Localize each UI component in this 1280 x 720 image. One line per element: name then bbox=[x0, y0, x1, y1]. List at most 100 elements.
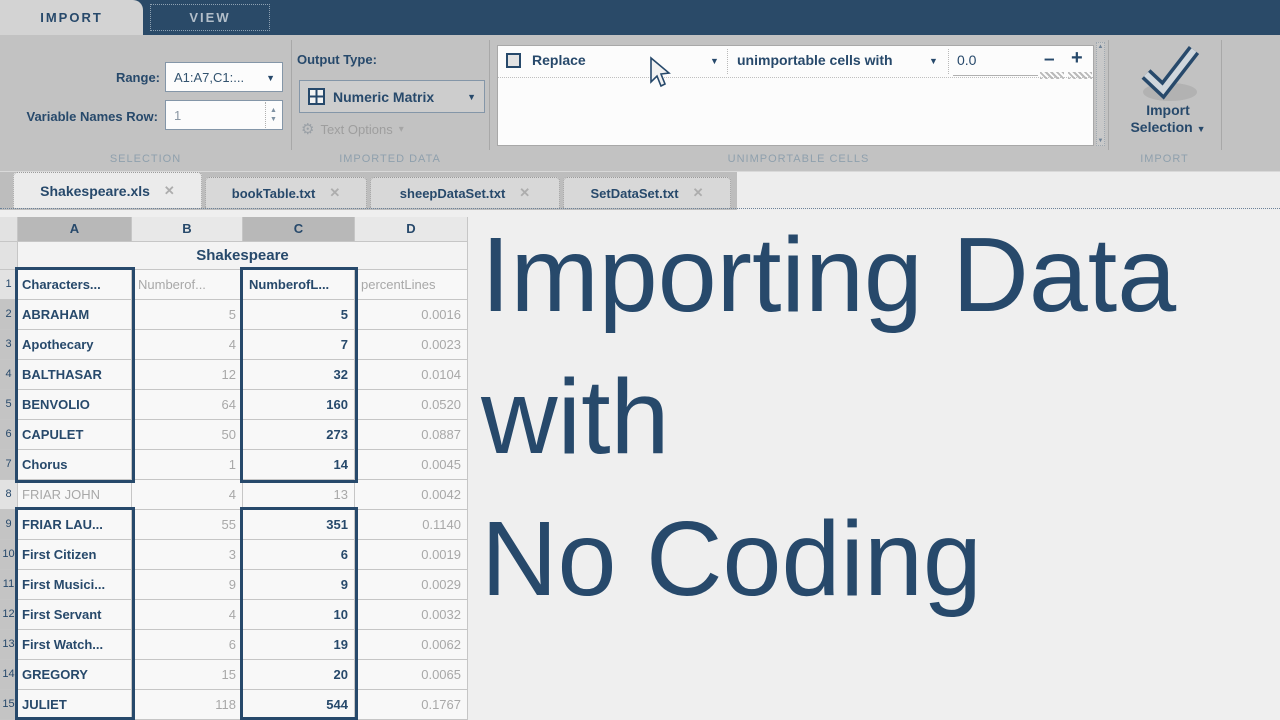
file-tab-sheepdataset[interactable]: sheepDataSet.txt ✕ bbox=[370, 177, 560, 208]
table-cell[interactable]: 50 bbox=[132, 420, 243, 450]
table-cell[interactable]: 9 bbox=[132, 570, 243, 600]
cell-C1[interactable]: NumberofL... bbox=[243, 270, 355, 300]
table-cell[interactable]: 544 bbox=[243, 690, 355, 720]
table-cell[interactable]: First Servant bbox=[18, 600, 132, 630]
cell-D1[interactable]: percentLines bbox=[355, 270, 468, 300]
replace-rule-row: Replace ▼ unimportable cells with ▼ 0.0 … bbox=[498, 46, 1093, 78]
table-cell[interactable]: First Watch... bbox=[18, 630, 132, 660]
unimportable-target-dropdown[interactable]: unimportable cells with bbox=[737, 52, 893, 68]
close-icon[interactable]: ✕ bbox=[164, 183, 175, 199]
range-combobox[interactable]: A1:A7,C1:... ▼ bbox=[165, 62, 283, 92]
table-cell[interactable]: 4 bbox=[132, 330, 243, 360]
table-cell[interactable]: 0.0042 bbox=[355, 480, 468, 510]
file-tab-booktable[interactable]: bookTable.txt ✕ bbox=[205, 177, 367, 208]
close-icon[interactable]: ✕ bbox=[519, 185, 530, 201]
variable-names-row-input[interactable]: 1 ▲ ▼ bbox=[165, 100, 283, 130]
add-rule-button[interactable]: + bbox=[1071, 47, 1083, 70]
import-selection-button[interactable]: Import Selection ▼ bbox=[1116, 44, 1220, 148]
table-cell[interactable]: 7 bbox=[243, 330, 355, 360]
ribbon-tab-import[interactable]: IMPORT bbox=[0, 0, 143, 35]
table-cell[interactable]: 5 bbox=[243, 300, 355, 330]
table-cell[interactable]: FRIAR JOHN bbox=[18, 480, 132, 510]
table-cell[interactable]: 4 bbox=[132, 600, 243, 630]
table-cell[interactable]: 0.0062 bbox=[355, 630, 468, 660]
chevron-down-icon[interactable]: ▼ bbox=[710, 56, 719, 66]
table-cell[interactable]: ABRAHAM bbox=[18, 300, 132, 330]
cell-A1[interactable]: Characters... bbox=[18, 270, 132, 300]
table-cell[interactable]: Apothecary bbox=[18, 330, 132, 360]
table-cell[interactable]: 1 bbox=[132, 450, 243, 480]
table-cell[interactable]: 0.0887 bbox=[355, 420, 468, 450]
underline bbox=[953, 75, 1038, 76]
table-cell[interactable]: 0.0104 bbox=[355, 360, 468, 390]
section-label-import: IMPORT bbox=[1108, 153, 1221, 165]
table-cell[interactable]: 0.0016 bbox=[355, 300, 468, 330]
sheet-title: Shakespeare bbox=[18, 242, 468, 270]
table-cell[interactable]: 273 bbox=[243, 420, 355, 450]
table-cell[interactable]: BALTHASAR bbox=[18, 360, 132, 390]
table-cell[interactable]: 14 bbox=[243, 450, 355, 480]
table-cell[interactable]: FRIAR LAU... bbox=[18, 510, 132, 540]
table-cell[interactable]: BENVOLIO bbox=[18, 390, 132, 420]
table-cell[interactable]: 64 bbox=[132, 390, 243, 420]
close-icon[interactable]: ✕ bbox=[329, 185, 340, 201]
column-header-row: A B C D bbox=[0, 217, 468, 242]
spinner[interactable]: ▲ ▼ bbox=[265, 102, 281, 128]
table-cell[interactable]: 0.1140 bbox=[355, 510, 468, 540]
table-cell[interactable]: 0.0045 bbox=[355, 450, 468, 480]
table-cell[interactable]: 160 bbox=[243, 390, 355, 420]
output-type-dropdown[interactable]: Numeric Matrix ▼ bbox=[299, 80, 485, 113]
scroll-up-icon[interactable]: ▲ bbox=[1098, 44, 1104, 50]
chevron-down-icon: ▼ bbox=[1197, 124, 1206, 134]
table-cell[interactable]: 0.1767 bbox=[355, 690, 468, 720]
table-cell[interactable]: 0.0032 bbox=[355, 600, 468, 630]
table-cell[interactable]: 351 bbox=[243, 510, 355, 540]
column-header-C[interactable]: C bbox=[243, 217, 355, 242]
table-cell[interactable]: 0.0520 bbox=[355, 390, 468, 420]
cell-B1[interactable]: Numberof... bbox=[132, 270, 243, 300]
replace-value-input[interactable]: 0.0 bbox=[957, 52, 976, 68]
column-header-A[interactable]: A bbox=[18, 217, 132, 242]
column-header-B[interactable]: B bbox=[132, 217, 243, 242]
table-cell[interactable]: 12 bbox=[132, 360, 243, 390]
table-cell[interactable]: GREGORY bbox=[18, 660, 132, 690]
table-cell[interactable]: First Citizen bbox=[18, 540, 132, 570]
table-cell[interactable]: 3 bbox=[132, 540, 243, 570]
table-cell[interactable]: 6 bbox=[243, 540, 355, 570]
spinner-up-icon[interactable]: ▲ bbox=[270, 106, 277, 115]
file-tab-shakespeare[interactable]: Shakespeare.xls ✕ bbox=[13, 172, 202, 208]
panel-scrollbar[interactable]: ▲ ▼ bbox=[1096, 42, 1105, 146]
remove-rule-button[interactable]: – bbox=[1044, 49, 1055, 71]
file-tab-setdataset[interactable]: SetDataSet.txt ✕ bbox=[563, 177, 731, 208]
table-cell[interactable]: 32 bbox=[243, 360, 355, 390]
table-cell[interactable]: 20 bbox=[243, 660, 355, 690]
table-cell[interactable]: 0.0065 bbox=[355, 660, 468, 690]
ribbon-tab-view[interactable]: VIEW bbox=[150, 4, 270, 31]
chevron-down-icon[interactable]: ▼ bbox=[929, 56, 938, 66]
spinner-down-icon[interactable]: ▼ bbox=[270, 115, 277, 124]
table-cell[interactable]: 9 bbox=[243, 570, 355, 600]
table-cell[interactable]: 4 bbox=[132, 480, 243, 510]
table-cell[interactable]: 55 bbox=[132, 510, 243, 540]
table-cell[interactable]: CAPULET bbox=[18, 420, 132, 450]
replace-action-dropdown[interactable]: Replace bbox=[532, 52, 586, 68]
table-cell[interactable]: 19 bbox=[243, 630, 355, 660]
table-cell[interactable]: 13 bbox=[243, 480, 355, 510]
table-cell[interactable]: 5 bbox=[132, 300, 243, 330]
cell-icon bbox=[506, 53, 521, 68]
table-cell[interactable]: 15 bbox=[132, 660, 243, 690]
table-cell[interactable]: JULIET bbox=[18, 690, 132, 720]
table-cell[interactable]: 0.0019 bbox=[355, 540, 468, 570]
close-icon[interactable]: ✕ bbox=[693, 185, 704, 201]
table-cell[interactable]: 0.0023 bbox=[355, 330, 468, 360]
table-cell[interactable]: 6 bbox=[132, 630, 243, 660]
table-cell[interactable]: First Musici... bbox=[18, 570, 132, 600]
column-header-D[interactable]: D bbox=[355, 217, 468, 242]
row-number: 11 bbox=[0, 570, 18, 600]
table-cell[interactable]: Chorus bbox=[18, 450, 132, 480]
table-cell[interactable]: 0.0029 bbox=[355, 570, 468, 600]
table-cell[interactable]: 10 bbox=[243, 600, 355, 630]
text-options-button[interactable]: ⚙ Text Options ▾ bbox=[301, 118, 471, 140]
scroll-down-icon[interactable]: ▼ bbox=[1098, 138, 1104, 144]
table-cell[interactable]: 118 bbox=[132, 690, 243, 720]
